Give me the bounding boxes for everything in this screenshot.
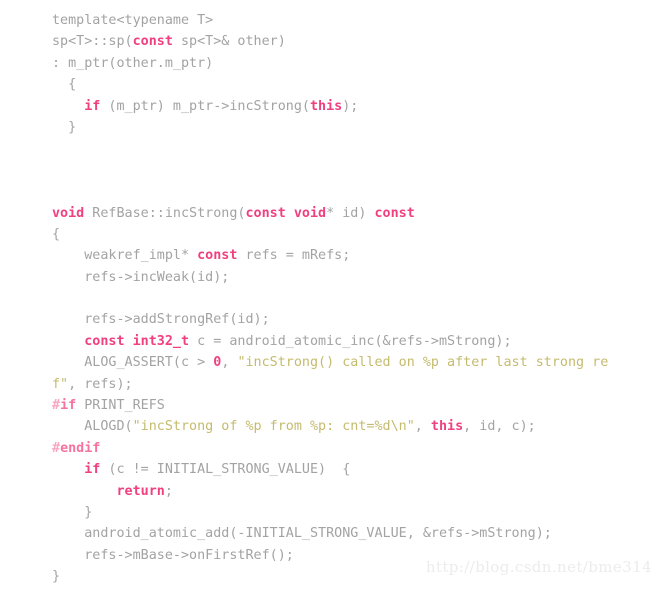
code-line: #endif xyxy=(52,438,664,459)
code-lines-container[interactable]: template<typename T> sp<T>::sp(const sp<T… xyxy=(52,10,664,588)
code-line: const int32_t c = android_atomic_inc(&re… xyxy=(52,331,664,352)
code-token-plain: } xyxy=(52,119,77,135)
code-token-str: "incStrong of %p from %p: cnt=%d\n" xyxy=(132,419,415,435)
code-line: : m_ptr(other.m_ptr) xyxy=(52,53,664,74)
code-token-kw: const xyxy=(197,248,238,264)
code-line: f", refs); xyxy=(52,374,664,395)
code-token-plain: refs->incWeak(id); xyxy=(52,269,230,285)
code-line: #if PRINT_REFS xyxy=(52,395,664,416)
code-token-plain: ALOG_ASSERT(c > xyxy=(52,355,214,371)
code-token-plain: : m_ptr(other.m_ptr) xyxy=(52,55,214,71)
code-token-kw: const void xyxy=(245,205,327,221)
code-token-plain: (c != INITIAL_STRONG_VALUE) { xyxy=(100,462,351,478)
code-token-str: "incStrong() called on %p after last str… xyxy=(237,355,609,371)
code-line: sp<T>::sp(const sp<T>& other) xyxy=(52,31,664,52)
code-token-plain: weakref_impl* xyxy=(52,248,198,264)
code-line: if (m_ptr) m_ptr->incStrong(this); xyxy=(52,96,664,117)
code-token-plain: refs->addStrongRef(id); xyxy=(52,312,270,328)
code-line: ALOGD("incStrong of %p from %p: cnt=%d\n… xyxy=(52,416,664,437)
code-token-pp: if xyxy=(60,398,77,414)
code-line: refs->incWeak(id); xyxy=(52,267,664,288)
code-token-pp: endif xyxy=(60,440,101,456)
code-line: } xyxy=(52,502,664,523)
code-token-plain: ); xyxy=(342,98,359,114)
code-line: void RefBase::incStrong(const void* id) … xyxy=(52,203,664,224)
code-token-kw: if xyxy=(84,462,101,478)
code-token-plain: , xyxy=(414,419,431,435)
code-token-plain: { xyxy=(52,77,77,93)
code-line: refs->addStrongRef(id); xyxy=(52,309,664,330)
code-token-pphash: # xyxy=(52,440,61,456)
code-token-plain: template<typename T> xyxy=(52,13,214,28)
code-token-kw: if xyxy=(84,98,101,114)
code-token-plain: (m_ptr) m_ptr->incStrong( xyxy=(100,98,310,114)
code-token-kw: this xyxy=(430,419,464,435)
code-line: android_atomic_add(-INITIAL_STRONG_VALUE… xyxy=(52,523,664,544)
code-line: ALOG_ASSERT(c > 0, "incStrong() called o… xyxy=(52,352,664,373)
code-token-pphash: # xyxy=(52,398,61,414)
code-line: { xyxy=(52,74,664,95)
code-token-str: f" xyxy=(52,376,69,392)
watermark-text: http://blog.csdn.net/bme314 xyxy=(425,558,652,576)
code-line: } xyxy=(52,117,664,138)
code-token-plain: sp<T>& other) xyxy=(172,34,286,50)
code-token-plain: , xyxy=(221,355,238,371)
code-listing: template<typename T> sp<T>::sp(const sp<T… xyxy=(0,0,664,593)
code-token-kw: const xyxy=(132,34,173,50)
code-token-kw: return xyxy=(116,483,165,499)
code-line: template<typename T> xyxy=(52,10,664,31)
code-token-plain: { xyxy=(52,226,61,242)
code-token-plain: ALOGD( xyxy=(52,419,133,435)
code-token-plain: PRINT_REFS xyxy=(76,398,165,414)
code-token-plain: , id, c); xyxy=(463,419,536,435)
code-line: { xyxy=(52,224,664,245)
code-token-plain: sp<T>::sp( xyxy=(52,34,133,50)
code-token-kw: const xyxy=(374,205,415,221)
code-line: if (c != INITIAL_STRONG_VALUE) { xyxy=(52,459,664,480)
code-token-kw: this xyxy=(309,98,343,114)
code-token-plain: } xyxy=(52,504,93,520)
code-line: return; xyxy=(52,481,664,502)
code-token-plain: ; xyxy=(164,483,173,499)
code-token-plain: c = android_atomic_inc(&refs->mStrong); xyxy=(189,333,512,349)
code-token-plain: android_atomic_add(-INITIAL_STRONG_VALUE… xyxy=(52,526,552,542)
code-token-kw: const int32_t xyxy=(84,333,190,349)
code-token-kw: void xyxy=(52,205,85,221)
code-token-plain: refs = mRefs; xyxy=(237,248,351,264)
code-token-plain: * id) xyxy=(326,205,375,221)
code-token-plain: , refs); xyxy=(68,376,133,392)
code-line: weakref_impl* const refs = mRefs; xyxy=(52,245,664,266)
code-token-plain: RefBase::incStrong( xyxy=(84,205,246,221)
